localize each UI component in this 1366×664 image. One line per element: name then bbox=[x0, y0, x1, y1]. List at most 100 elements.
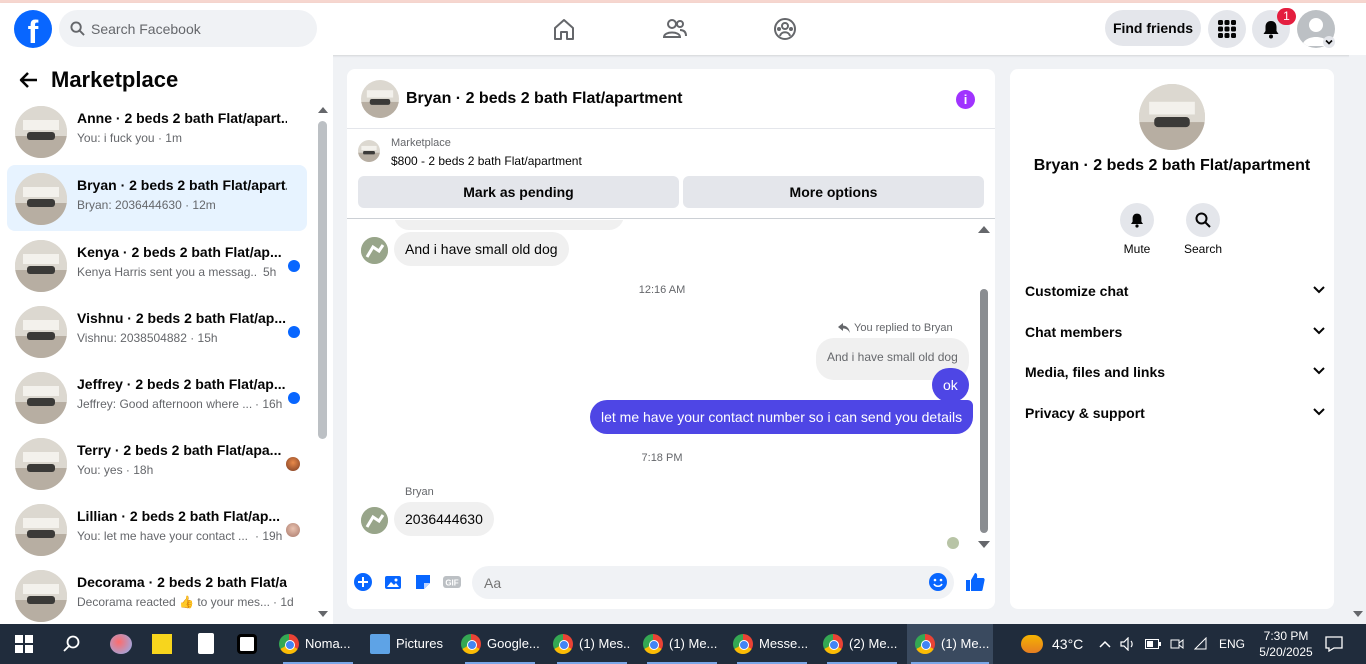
taskbar-chrome-google[interactable]: Google... bbox=[461, 624, 539, 664]
media-files-links-section[interactable]: Media, files and links bbox=[1025, 352, 1325, 392]
conversation-preview: Bryan: 2036444630 · 12m bbox=[77, 198, 216, 212]
emoji-icon[interactable] bbox=[929, 573, 947, 591]
meet-now-icon[interactable] bbox=[1170, 637, 1184, 651]
taskbar-pictures[interactable]: Pictures bbox=[370, 624, 450, 664]
windows-taskbar: Noma... Pictures Google... (1) Mes... (1… bbox=[0, 624, 1366, 664]
taskbar-chrome-1[interactable]: Noma... bbox=[279, 624, 357, 664]
conversation-vishnu[interactable]: Vishnu · 2 beds 2 bath Flat/ap... Vishnu… bbox=[7, 298, 307, 364]
sidebar-scrollbar[interactable] bbox=[318, 121, 327, 439]
conversation-preview: You: i fuck you · 1m bbox=[77, 131, 182, 145]
conversation-kenya[interactable]: Kenya · 2 beds 2 bath Flat/ap... Kenya H… bbox=[7, 232, 307, 298]
read-receipt-avatar bbox=[947, 537, 959, 549]
conversation-name: Lillian · 2 beds 2 bath Flat/ap... bbox=[77, 508, 281, 524]
search-in-chat-button[interactable]: Search bbox=[1173, 203, 1233, 256]
volume-icon[interactable] bbox=[1120, 637, 1136, 651]
taskbar-chrome-messenger-2[interactable]: (1) Me... bbox=[643, 624, 721, 664]
chat-details-panel: Bryan · 2 beds 2 bath Flat/apartment Mut… bbox=[1010, 69, 1334, 609]
battery-icon[interactable] bbox=[1145, 639, 1161, 649]
conversation-time: · 16h bbox=[255, 397, 283, 411]
windows-start-icon[interactable] bbox=[15, 635, 33, 653]
search-input[interactable] bbox=[91, 10, 311, 47]
mark-as-pending-button[interactable]: Mark as pending bbox=[358, 176, 679, 208]
message-input[interactable] bbox=[472, 566, 954, 599]
customize-chat-section[interactable]: Customize chat bbox=[1025, 271, 1325, 311]
tray-chevron-up-icon[interactable] bbox=[1099, 640, 1111, 648]
taskbar-chrome-messenger-1[interactable]: (1) Mes... bbox=[553, 624, 631, 664]
chat-title[interactable]: Bryan · 2 beds 2 bath Flat/apartment bbox=[406, 90, 683, 108]
message-bubble: And i have small old dog bbox=[394, 232, 569, 266]
seen-avatar bbox=[286, 457, 300, 471]
clock-time: 7:30 PM bbox=[1263, 629, 1309, 643]
more-options-button[interactable]: More options bbox=[683, 176, 984, 208]
capcut-icon[interactable] bbox=[237, 634, 257, 654]
listing-thumbnail bbox=[15, 504, 67, 556]
weather-app-icon[interactable] bbox=[110, 634, 132, 654]
weather-temp[interactable]: 43°C bbox=[1052, 624, 1092, 664]
taskbar-chrome-messenger-active[interactable]: (1) Me... bbox=[907, 624, 993, 664]
taskbar-chrome-messenger-3[interactable]: Messe... bbox=[733, 624, 811, 664]
mute-button[interactable]: Mute bbox=[1107, 203, 1167, 256]
chat-scrollbar[interactable] bbox=[980, 289, 988, 533]
account-chevron-icon[interactable] bbox=[1323, 36, 1335, 48]
notification-center-icon[interactable] bbox=[1325, 636, 1343, 652]
taskbar-search-icon[interactable] bbox=[63, 635, 81, 653]
thumbs-up-icon[interactable] bbox=[965, 572, 985, 592]
message-bubble: 2036444630 bbox=[394, 502, 494, 536]
home-icon[interactable] bbox=[550, 15, 578, 43]
conversation-lillian[interactable]: Lillian · 2 beds 2 bath Flat/ap... You: … bbox=[7, 496, 307, 562]
page-scrollbar[interactable] bbox=[1349, 55, 1366, 624]
clock-date: 5/20/2025 bbox=[1259, 645, 1313, 659]
unread-dot bbox=[288, 326, 300, 338]
weather-widget-icon[interactable] bbox=[1021, 635, 1043, 653]
menu-button[interactable] bbox=[1208, 10, 1246, 48]
chat-scroll-up-icon[interactable] bbox=[978, 226, 990, 233]
conversation-preview: Kenya Harris sent you a messag... bbox=[77, 265, 257, 279]
find-friends-button[interactable]: Find friends bbox=[1105, 10, 1201, 46]
clock[interactable]: 7:30 PM 5/20/2025 bbox=[1256, 624, 1316, 664]
taskbar-chrome-messenger-4[interactable]: (2) Me... bbox=[823, 624, 901, 664]
conversation-bryan[interactable]: Bryan · 2 beds 2 bath Flat/apart... Brya… bbox=[7, 165, 307, 231]
privacy-support-section[interactable]: Privacy & support bbox=[1025, 393, 1325, 433]
info-icon[interactable]: i bbox=[956, 90, 975, 109]
photo-icon[interactable] bbox=[384, 573, 402, 591]
language-indicator[interactable]: ENG bbox=[1219, 624, 1245, 664]
message-list: And i have small old dog 12:16 AM You re… bbox=[347, 220, 995, 556]
chat-members-section[interactable]: Chat members bbox=[1025, 312, 1325, 352]
conversation-jeffrey[interactable]: Jeffrey · 2 beds 2 bath Flat/ap... Jeffr… bbox=[7, 364, 307, 430]
conversation-name: Jeffrey · 2 beds 2 bath Flat/ap... bbox=[77, 376, 286, 392]
listing-thumbnail bbox=[15, 306, 67, 358]
search-box[interactable] bbox=[59, 10, 317, 47]
listing-thumbnail bbox=[15, 240, 67, 292]
listing-thumbnail bbox=[15, 106, 67, 158]
scroll-up-arrow-icon[interactable] bbox=[318, 107, 328, 113]
chat-avatar[interactable] bbox=[361, 80, 399, 118]
unread-dot bbox=[288, 260, 300, 272]
chat-scroll-down-icon[interactable] bbox=[978, 541, 990, 548]
sticky-notes-icon[interactable] bbox=[152, 634, 172, 654]
page-scroll-down-icon[interactable] bbox=[1353, 611, 1363, 617]
conversation-time: · 1d bbox=[273, 595, 294, 609]
conversation-anne[interactable]: Anne · 2 beds 2 bath Flat/apart... You: … bbox=[7, 98, 307, 164]
conversation-terry[interactable]: Terry · 2 beds 2 bath Flat/apa... You: y… bbox=[7, 430, 307, 496]
listing-thumbnail bbox=[15, 173, 67, 225]
conversation-decorama[interactable]: Decorama · 2 beds 2 bath Flat/a... Decor… bbox=[7, 562, 307, 628]
sticker-icon[interactable] bbox=[414, 573, 432, 591]
wifi-icon[interactable] bbox=[1194, 637, 1210, 651]
pictures-icon bbox=[370, 634, 390, 654]
file-icon[interactable] bbox=[198, 633, 214, 654]
listing-thumbnail bbox=[15, 438, 67, 490]
listing-title[interactable]: $800 - 2 beds 2 bath Flat/apartment bbox=[391, 154, 582, 168]
contact-name: Bryan · 2 beds 2 bath Flat/apartment bbox=[1033, 157, 1311, 174]
chevron-down-icon bbox=[1313, 408, 1325, 416]
gif-icon[interactable]: GIF bbox=[443, 573, 461, 591]
facebook-logo[interactable]: f bbox=[14, 10, 52, 48]
conversation-preview: Decorama reacted 👍 to your mes... bbox=[77, 595, 271, 609]
conversation-preview: Vishnu: 2038504882 · 15h bbox=[77, 331, 218, 345]
scroll-down-arrow-icon[interactable] bbox=[318, 611, 328, 617]
conversation-preview: You: yes · 18h bbox=[77, 463, 154, 477]
groups-icon[interactable] bbox=[771, 15, 799, 43]
conversation-time: · 19h bbox=[255, 529, 283, 543]
unread-dot bbox=[288, 392, 300, 404]
friends-icon[interactable] bbox=[661, 15, 689, 43]
plus-circle-icon[interactable] bbox=[354, 573, 372, 591]
